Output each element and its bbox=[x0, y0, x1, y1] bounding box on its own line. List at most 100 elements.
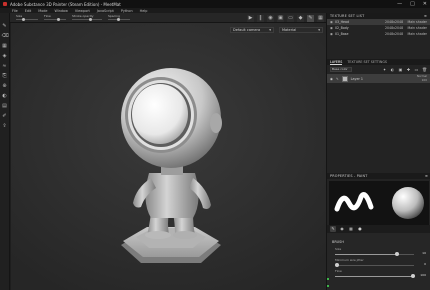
viewport-toolbar: ▶ ‖ ◉ ▣ ▭ ◆ ✎ ▦ bbox=[238, 13, 326, 23]
clone-icon[interactable]: ⎘ bbox=[2, 73, 8, 79]
properties-tab-row: ✎ ◉ ▦ ● bbox=[327, 225, 430, 233]
menu-window[interactable]: Window bbox=[55, 9, 68, 13]
meet-mat-model[interactable] bbox=[11, 23, 326, 290]
layer-opacity[interactable]: 100 bbox=[422, 78, 427, 82]
spacing-slider[interactable] bbox=[108, 18, 130, 21]
maximize-button[interactable]: □ bbox=[410, 1, 415, 7]
camera-dropdown-label: Default camera bbox=[233, 28, 261, 32]
spacing-knob[interactable] bbox=[116, 18, 120, 21]
texture-set-shader[interactable]: Main shader bbox=[405, 26, 427, 30]
add-layer-icon[interactable]: ✚ bbox=[406, 67, 411, 72]
flow-slider[interactable] bbox=[44, 18, 66, 21]
camera-icon[interactable]: ◉ bbox=[267, 14, 274, 22]
channel-dropdown[interactable]: Base color bbox=[330, 66, 352, 72]
eraser-icon[interactable]: ⌫ bbox=[2, 33, 9, 39]
add-effect-icon[interactable]: ✦ bbox=[382, 67, 387, 72]
alpha-icon[interactable]: ◉ bbox=[339, 226, 345, 232]
delete-layer-icon[interactable]: 🗑 bbox=[422, 67, 427, 72]
layer-thumbnail bbox=[341, 75, 348, 82]
tab-texture-set-settings[interactable]: TEXTURE SET SETTINGS bbox=[347, 60, 387, 64]
spacing-control: Spacing bbox=[108, 14, 130, 21]
brush-flow-value[interactable]: 100 bbox=[420, 273, 426, 277]
pen-icon[interactable]: ✎ bbox=[307, 14, 314, 22]
material-picker-icon[interactable]: ⊕ bbox=[2, 83, 8, 89]
window-title: Adobe Substance 3D Painter (Steam Editio… bbox=[10, 1, 121, 7]
screenshot-icon[interactable]: ▣ bbox=[277, 14, 284, 22]
add-fill-layer-icon[interactable]: ▣ bbox=[398, 67, 403, 72]
left-toolbar: ✎ ⌫ ▦ ◈ ≈ ⎘ ⊕ ◐ ▤ ✐ ⇪ bbox=[0, 13, 10, 290]
layer-name[interactable]: Layer 1 bbox=[351, 77, 363, 81]
minimize-button[interactable]: — bbox=[397, 1, 402, 7]
menu-viewport[interactable]: Viewport bbox=[75, 9, 90, 13]
eye-icon[interactable]: ◉ bbox=[330, 77, 333, 81]
3d-viewport[interactable]: Default camera ▾ Material ▾ bbox=[11, 23, 326, 290]
brush-size-slider[interactable]: 10 bbox=[335, 251, 426, 256]
add-folder-icon[interactable]: ▭ bbox=[414, 67, 419, 72]
tab-layers[interactable]: LAYERS bbox=[330, 60, 343, 65]
material-sphere-preview bbox=[392, 187, 424, 219]
brush-size-fill bbox=[335, 253, 397, 255]
texture-set-list-title: TEXTURE SET LIST bbox=[330, 14, 365, 18]
chevron-down-icon: ▾ bbox=[269, 28, 271, 32]
title-bar: Adobe Substance 3D Painter (Steam Editio… bbox=[0, 0, 430, 8]
frame-icon[interactable]: ▭ bbox=[287, 14, 294, 22]
play-icon[interactable]: ▶ bbox=[247, 14, 254, 22]
smudge-icon[interactable]: ≈ bbox=[2, 63, 8, 69]
channel-dropdown-label: Base color bbox=[332, 67, 348, 71]
texture-set-shader[interactable]: Main shader bbox=[405, 32, 427, 36]
right-panel: TEXTURE SET LIST ≡ ◉ 03_Head 2048x2048 M… bbox=[326, 13, 430, 290]
size-slider[interactable] bbox=[16, 18, 38, 21]
pause-icon[interactable]: ‖ bbox=[257, 14, 264, 22]
app-logo-icon bbox=[3, 2, 7, 6]
menu-mode[interactable]: Mode bbox=[38, 9, 47, 13]
projection-icon[interactable]: ▦ bbox=[2, 43, 8, 49]
grid-icon[interactable]: ▦ bbox=[317, 14, 324, 22]
min-size-jitter-knob[interactable] bbox=[335, 263, 339, 267]
brush-flow-fill bbox=[335, 275, 414, 277]
menu-python[interactable]: Python bbox=[121, 9, 133, 13]
export-icon[interactable]: ⇪ bbox=[2, 123, 8, 129]
material-icon[interactable]: ● bbox=[357, 226, 363, 232]
brush-flow-knob[interactable] bbox=[410, 274, 415, 278]
add-mask-icon[interactable]: ◐ bbox=[390, 67, 395, 72]
menu-edit[interactable]: Edit bbox=[25, 9, 32, 13]
flow-knob[interactable] bbox=[57, 18, 61, 21]
flow-control: Flow bbox=[44, 14, 66, 21]
brush-flow-slider[interactable]: 100 bbox=[335, 273, 426, 278]
paint-brush-icon[interactable]: ✎ bbox=[2, 23, 8, 29]
stencil-icon[interactable]: ▦ bbox=[348, 226, 354, 232]
brush-icon[interactable]: ✎ bbox=[330, 226, 336, 232]
min-size-jitter-value[interactable]: 0 bbox=[424, 262, 426, 266]
min-size-jitter-slider[interactable]: 0 bbox=[335, 262, 426, 267]
bake-icon[interactable]: ◐ bbox=[2, 93, 8, 99]
geometry-mask-icon[interactable]: ▤ bbox=[2, 103, 8, 109]
menu-javascript[interactable]: JavaScript bbox=[97, 9, 114, 13]
menu-file[interactable]: File bbox=[12, 9, 18, 13]
brush-size-value[interactable]: 10 bbox=[422, 251, 426, 255]
texture-set-shader[interactable]: Main shader bbox=[405, 20, 427, 24]
menu-help[interactable]: Help bbox=[140, 9, 148, 13]
panel-menu-icon[interactable]: ≡ bbox=[425, 174, 428, 178]
brush-preview bbox=[329, 181, 429, 225]
brush-size-knob[interactable] bbox=[395, 252, 400, 256]
cube-icon[interactable]: ◆ bbox=[297, 14, 304, 22]
brush-section-title: BRUSH bbox=[332, 240, 344, 244]
color-picker-icon[interactable]: ✐ bbox=[2, 113, 8, 119]
properties-header: PROPERTIES - PAINT ≡ bbox=[327, 173, 430, 179]
brush-stroke-preview bbox=[334, 192, 374, 212]
size-knob[interactable] bbox=[21, 18, 25, 21]
camera-dropdown[interactable]: Default camera ▾ bbox=[230, 27, 274, 33]
texture-set-name: 02_Body bbox=[335, 26, 349, 30]
polygon-fill-icon[interactable]: ◈ bbox=[2, 53, 8, 59]
stroke-opacity-knob[interactable] bbox=[88, 18, 92, 21]
layer-blend[interactable]: Normal 100 bbox=[417, 75, 427, 81]
flow-section-label: Flow bbox=[335, 269, 342, 273]
properties-body: BRUSH Size 10 Minimum size jitter 0 Flow… bbox=[327, 233, 430, 290]
layer-row[interactable]: ◉ ✎ Layer 1 Normal 100 bbox=[327, 74, 430, 83]
panel-menu-icon[interactable]: ≡ bbox=[424, 14, 427, 18]
link-indicator-icon bbox=[327, 285, 329, 287]
material-dropdown-label: Material bbox=[282, 28, 297, 32]
stroke-opacity-slider[interactable] bbox=[72, 18, 102, 21]
close-button[interactable]: ✕ bbox=[423, 1, 427, 7]
material-dropdown[interactable]: Material ▾ bbox=[279, 27, 323, 33]
